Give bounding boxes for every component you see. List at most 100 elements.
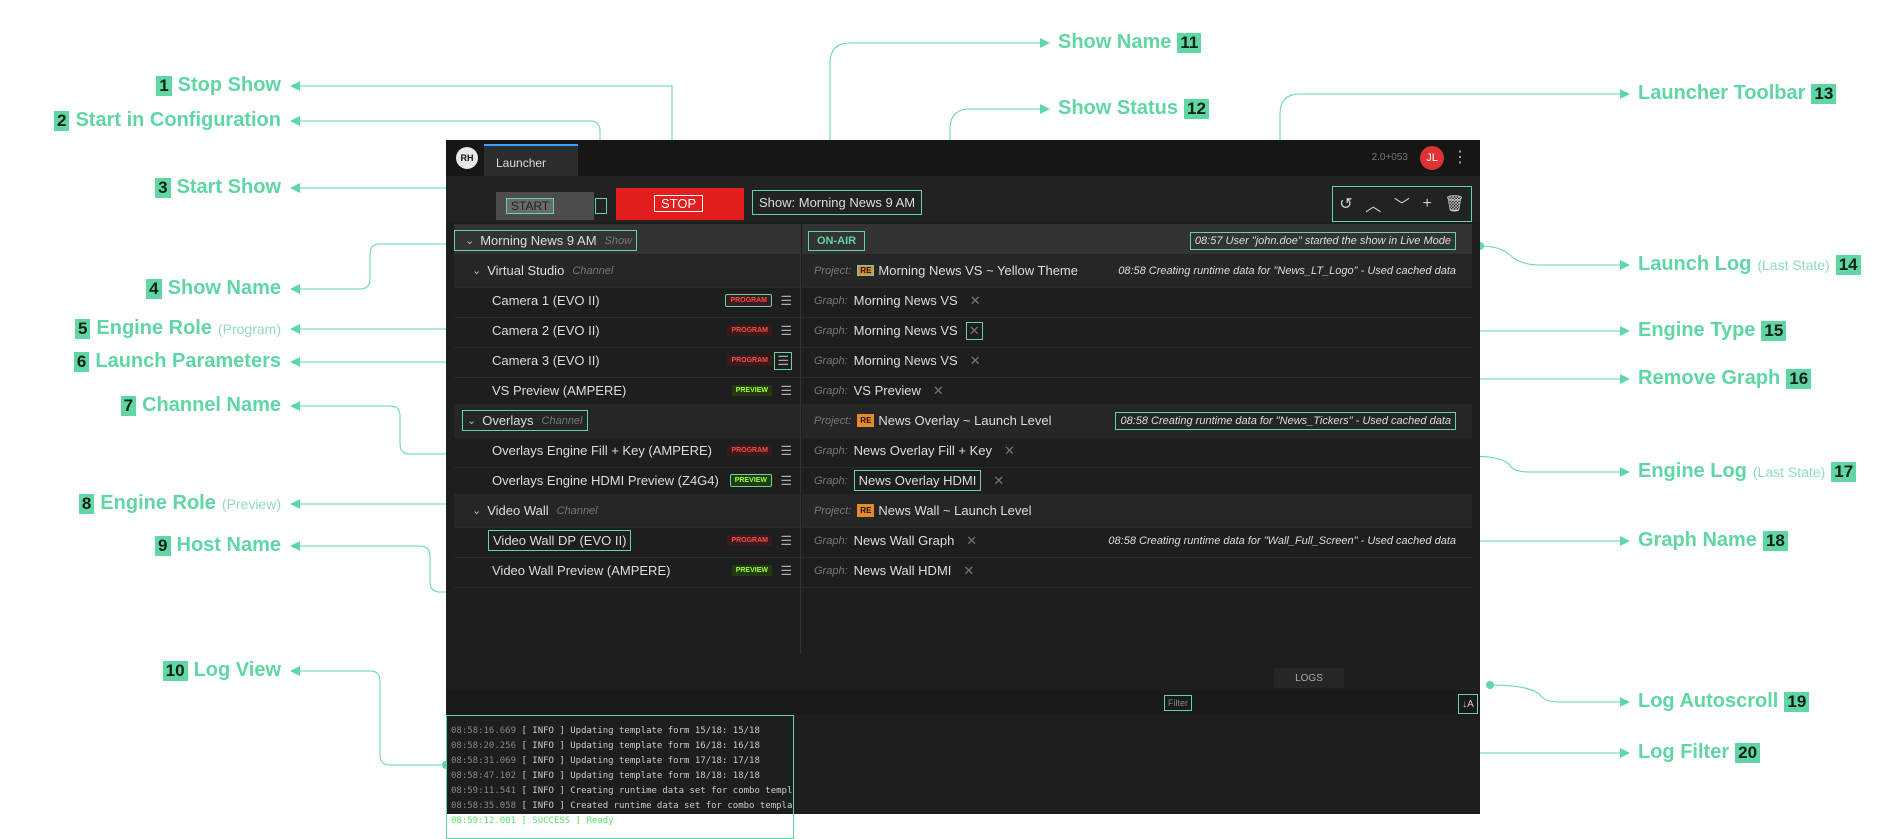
launch-parameters-icon[interactable]: ☰ (774, 351, 792, 370)
avatar[interactable]: JL (1420, 146, 1444, 170)
graph-label: Graph: (814, 354, 848, 367)
close-icon[interactable]: ✕ (993, 473, 1004, 489)
start-in-configuration-button[interactable] (593, 192, 613, 220)
graph-label: Graph: (814, 474, 848, 487)
project-label: Project: (814, 414, 852, 427)
callout-20: Log Filter 20 (1638, 741, 1766, 764)
chevron-down-icon[interactable]: ⌄ (465, 234, 474, 247)
host-name: Overlays Engine Fill + Key (AMPERE) (492, 443, 712, 458)
log-autoscroll-toggle[interactable]: ↓A (1458, 694, 1478, 714)
list-icon[interactable]: ☰ (780, 383, 792, 399)
chevron-down-icon[interactable]: ⌄ (472, 504, 481, 517)
logs-tab[interactable]: LOGS (1274, 668, 1344, 688)
tab-launcher[interactable]: Launcher (484, 144, 578, 176)
close-icon[interactable]: ✕ (966, 533, 977, 549)
list-icon[interactable]: ☰ (780, 473, 792, 489)
list-icon[interactable]: ☰ (780, 323, 792, 339)
log-message: Updating template form 17/18: 17/18 (570, 756, 760, 766)
engine-row[interactable]: Camera 3 (EVO II) PROGRAM ☰ (454, 344, 800, 378)
callout-number: 17 (1831, 461, 1857, 482)
close-icon[interactable]: ✕ (970, 293, 981, 309)
log-view[interactable]: 08:58:16.669 [ INFO ] Updating template … (446, 715, 794, 839)
close-icon[interactable]: ✕ (970, 353, 981, 369)
chevron-down-icon[interactable]: ﹀ (1394, 192, 1410, 216)
callout-number: 13 (1811, 83, 1837, 104)
callout-label: Show Status (1058, 97, 1179, 119)
engine-row[interactable]: Video Wall DP (EVO II) PROGRAM ☰ (454, 524, 800, 558)
callout-label: Remove Graph (1638, 367, 1781, 389)
chevron-down-icon[interactable]: ⌄ (467, 414, 476, 427)
callout-number: 9 (155, 535, 171, 556)
list-icon[interactable]: ☰ (780, 443, 792, 459)
log-line: 08:58:16.669 [ INFO ] Updating template … (451, 726, 793, 741)
channel-row[interactable]: ⌄ Overlays Channel (454, 404, 800, 438)
callout-12: Show Status 12 (1058, 97, 1215, 120)
graph-name: News Wall HDMI (853, 563, 952, 578)
callout-7: 7 Channel Name (115, 394, 281, 417)
details-panel: ON-AIR 08:57 User "john.doe" started the … (802, 224, 1472, 654)
graph-label: Graph: (814, 534, 848, 547)
callout-19: Log Autoscroll 19 (1638, 690, 1815, 713)
stop-button[interactable]: STOP (616, 188, 744, 220)
app-logo: RH (456, 147, 478, 169)
start-button[interactable]: START (496, 192, 594, 220)
engine-row[interactable]: Camera 2 (EVO II) PROGRAM ☰ (454, 314, 800, 348)
list-icon[interactable]: ☰ (780, 293, 792, 309)
engine-row[interactable]: VS Preview (AMPERE) PREVIEW ☰ (454, 374, 800, 408)
engine-role-badge[interactable]: PREVIEW (731, 385, 772, 396)
log-timestamp: 08:59:11.541 (451, 786, 517, 796)
show-row[interactable]: ⌄ Morning News 9 AM Show (454, 224, 800, 258)
callout-10: 10 Log View (157, 659, 281, 682)
callout-number: 10 (162, 660, 188, 681)
engine-role-badge[interactable]: PROGRAM (725, 294, 772, 307)
callout-6: 6 Launch Parameters (68, 350, 281, 373)
callout-11: Show Name 11 (1058, 31, 1207, 54)
engine-row[interactable]: Overlays Engine HDMI Preview (Z4G4) PREVI… (454, 464, 800, 498)
callout-sublabel: (Program) (217, 320, 281, 337)
callout-number: 8 (78, 493, 95, 514)
log-timestamp: 08:58:16.669 (451, 726, 517, 736)
engine-role-badge[interactable]: PROGRAM (727, 445, 772, 456)
engine-role-badge[interactable]: PREVIEW (729, 474, 772, 487)
callout-sublabel: (Last State) (1757, 256, 1830, 273)
log-level: [ INFO ] (521, 801, 565, 811)
graph-label: Graph: (814, 294, 848, 307)
callout-label: Show Name (1058, 31, 1172, 53)
engine-row[interactable]: Overlays Engine Fill + Key (AMPERE) PROGR… (454, 434, 800, 468)
remove-graph-icon[interactable]: ✕ (965, 321, 983, 340)
host-name: Camera 2 (EVO II) (492, 323, 600, 338)
callout-number: 20 (1735, 742, 1761, 763)
close-icon[interactable]: ✕ (963, 563, 974, 579)
engine-role-badge[interactable]: PROGRAM (727, 535, 772, 546)
project-label: Project: (814, 264, 852, 277)
channel-row[interactable]: ⌄ Virtual Studio Channel (454, 254, 800, 288)
show-status-badge: ON-AIR (808, 230, 866, 251)
engine-row[interactable]: Camera 1 (EVO II) PROGRAM ☰ (454, 284, 800, 318)
log-message: Updating template form 18/18: 18/18 (570, 771, 760, 781)
channel-sublabel: Channel (556, 504, 598, 517)
callout-label: Start in Configuration (75, 109, 281, 131)
engine-role-badge[interactable]: PREVIEW (731, 565, 772, 576)
add-icon[interactable]: + (1422, 195, 1431, 213)
callout-number: 14 (1835, 254, 1861, 275)
engine-row[interactable]: Video Wall Preview (AMPERE) PREVIEW ☰ (454, 554, 800, 588)
callout-3: 3 Start Show (149, 176, 281, 199)
channel-row[interactable]: ⌄ Video Wall Channel (454, 494, 800, 528)
list-icon[interactable]: ☰ (780, 533, 792, 549)
delete-icon[interactable]: 🗑 (1444, 194, 1464, 214)
history-icon[interactable]: ↺ (1339, 194, 1352, 214)
chevron-down-icon[interactable]: ⌄ (472, 264, 481, 277)
close-icon[interactable]: ✕ (933, 383, 944, 399)
close-icon[interactable]: ✕ (1004, 443, 1015, 459)
list-icon[interactable]: ☰ (780, 563, 792, 579)
more-vertical-icon[interactable]: ⋮ (1452, 147, 1468, 167)
callout-8: 8 Engine Role (Preview) (73, 492, 281, 515)
log-filter-input[interactable]: Filter (1164, 695, 1192, 711)
engine-role-badge[interactable]: PROGRAM (727, 325, 772, 336)
callout-number: 15 (1761, 320, 1787, 341)
log-level: [ INFO ] (521, 756, 565, 766)
engine-role-badge[interactable]: PROGRAM (727, 355, 772, 366)
chevron-up-icon[interactable]: ︿ (1365, 192, 1381, 216)
graph-name: News Overlay Fill + Key (853, 443, 992, 458)
engine-log: 08:58 Creating runtime data for "Wall_Fu… (1108, 534, 1456, 547)
